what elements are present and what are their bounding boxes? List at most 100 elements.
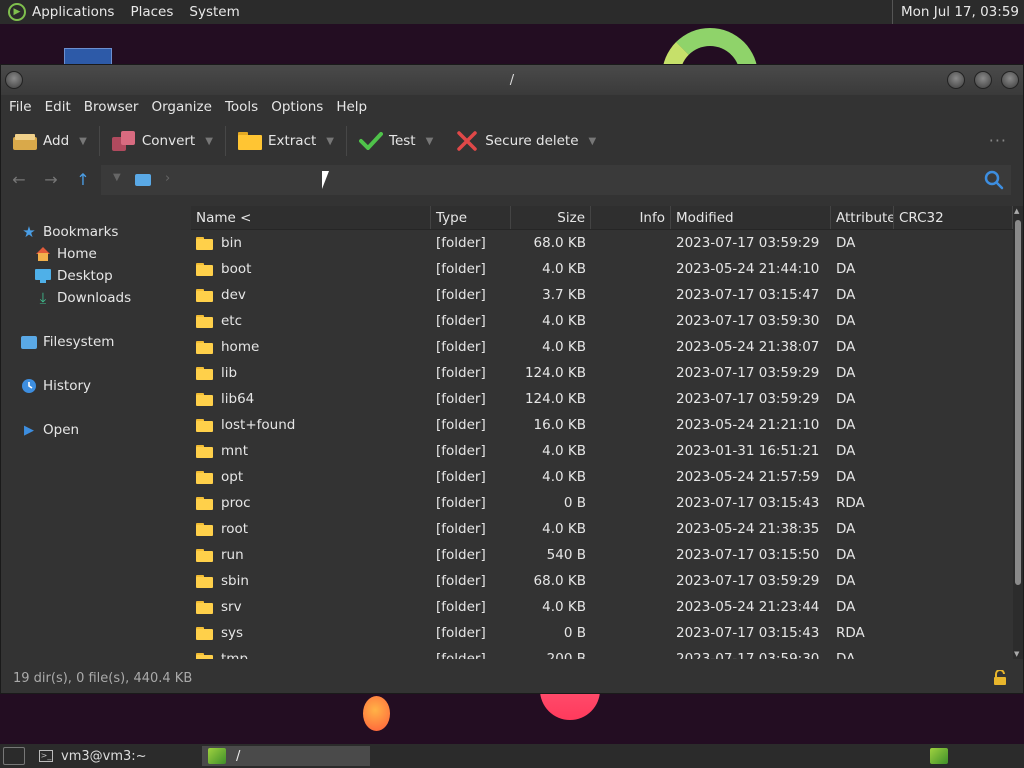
close-button[interactable]	[1001, 71, 1019, 89]
folder-icon	[196, 288, 213, 302]
chevron-down-icon[interactable]: ▼	[589, 136, 597, 147]
chevron-down-icon[interactable]: ▼	[79, 136, 87, 147]
table-row[interactable]: lost+found [folder] 16.0 KB 2023-05-24 21:2…	[191, 412, 1013, 438]
bottom-taskbar: >_ vm3@vm3:~ /	[0, 744, 1024, 768]
table-row[interactable]: opt [folder] 4.0 KB 2023-05-24 21:57:59 DA	[191, 464, 1013, 490]
column-header-info[interactable]: Info	[591, 206, 671, 229]
file-attr-cell: DA	[836, 417, 856, 433]
home-icon	[35, 246, 51, 262]
file-name-cell: lost+found	[191, 417, 431, 433]
table-row[interactable]: boot [folder] 4.0 KB 2023-05-24 21:44:10 DA	[191, 256, 1013, 282]
secure-delete-button[interactable]: Secure delete ▼	[455, 124, 596, 158]
extract-button[interactable]: Extract ▼	[237, 124, 334, 158]
column-header-type[interactable]: Type	[431, 206, 511, 229]
menu-browser[interactable]: Browser	[84, 99, 139, 115]
menu-help[interactable]: Help	[336, 99, 367, 115]
file-type-cell: [folder]	[436, 365, 486, 381]
sidebar-item-history[interactable]: History	[21, 376, 91, 396]
table-row[interactable]: home [folder] 4.0 KB 2023-05-24 21:38:07 DA	[191, 334, 1013, 360]
table-row[interactable]: sys [folder] 0 B 2023-07-17 03:15:43 RDA	[191, 620, 1013, 646]
sidebar-item-home[interactable]: Home	[35, 244, 97, 264]
column-header-modified[interactable]: Modified	[671, 206, 831, 229]
more-options-icon[interactable]: ···	[989, 131, 1007, 150]
file-size-cell: 4.0 KB	[542, 313, 586, 329]
file-size-cell: 124.0 KB	[524, 365, 586, 381]
table-row[interactable]: srv [folder] 4.0 KB 2023-05-24 21:23:44 DA	[191, 594, 1013, 620]
table-row[interactable]: lib [folder] 124.0 KB 2023-07-17 03:59:29 DA	[191, 360, 1013, 386]
sidebar-item-filesystem[interactable]: Filesystem	[21, 332, 114, 352]
distro-logo-icon[interactable]: ▶	[8, 3, 26, 21]
menu-edit[interactable]: Edit	[45, 99, 71, 115]
panel-clock[interactable]: Mon Jul 17, 03:59	[892, 0, 1024, 24]
menu-organize[interactable]: Organize	[151, 99, 211, 115]
table-row[interactable]: proc [folder] 0 B 2023-07-17 03:15:43 RDA	[191, 490, 1013, 516]
file-modified-cell: 2023-05-24 21:21:10	[676, 417, 820, 433]
table-row[interactable]: sbin [folder] 68.0 KB 2023-07-17 03:59:29 DA	[191, 568, 1013, 594]
file-modified-cell: 2023-07-17 03:59:30	[676, 313, 820, 329]
file-name-cell: sys	[191, 625, 431, 641]
menu-applications[interactable]: Applications	[32, 4, 114, 20]
table-row[interactable]: run [folder] 540 B 2023-07-17 03:15:50 DA	[191, 542, 1013, 568]
window-menu-button[interactable]	[5, 71, 23, 89]
table-row[interactable]: tmp [folder] 200 B 2023-07-17 03:59:30 DA	[191, 646, 1013, 659]
table-row[interactable]: bin [folder] 68.0 KB 2023-07-17 03:59:29 DA	[191, 230, 1013, 256]
file-attr-cell: DA	[836, 287, 856, 303]
taskbar-archive-window[interactable]: /	[202, 746, 370, 766]
up-arrow-icon[interactable]: ↑	[73, 170, 93, 189]
file-modified-cell: 2023-07-17 03:15:43	[676, 495, 820, 511]
file-modified-cell: 2023-05-24 21:57:59	[676, 469, 820, 485]
maximize-button[interactable]	[974, 71, 992, 89]
lock-icon[interactable]	[993, 669, 1007, 685]
file-name-cell: sbin	[191, 573, 431, 589]
chevron-down-icon[interactable]: ▼	[205, 136, 213, 147]
path-field[interactable]: ▼ ›	[101, 165, 1011, 195]
chevron-right-icon[interactable]: ›	[165, 171, 170, 186]
tray-archive-icon[interactable]	[930, 748, 948, 764]
window-titlebar[interactable]: /	[1, 65, 1023, 95]
chevron-down-icon[interactable]: ▼	[326, 136, 334, 147]
table-row[interactable]: root [folder] 4.0 KB 2023-05-24 21:38:35 DA	[191, 516, 1013, 542]
table-row[interactable]: lib64 [folder] 124.0 KB 2023-07-17 03:59:29…	[191, 386, 1013, 412]
drive-icon[interactable]	[135, 174, 151, 186]
file-modified-cell: 2023-07-17 03:15:43	[676, 625, 820, 641]
chevron-down-icon[interactable]: ▼	[426, 136, 434, 147]
sidebar-item-open[interactable]: ▶ Open	[21, 420, 79, 440]
table-row[interactable]: mnt [folder] 4.0 KB 2023-01-31 16:51:21 DA	[191, 438, 1013, 464]
menu-options[interactable]: Options	[271, 99, 323, 115]
drive-icon	[21, 334, 37, 350]
file-attr-cell: DA	[836, 339, 856, 355]
taskbar-terminal[interactable]: >_ vm3@vm3:~	[39, 749, 147, 764]
column-header-attributes[interactable]: Attributes	[831, 206, 894, 229]
sidebar-item-bookmarks[interactable]: ★ Bookmarks	[21, 222, 118, 242]
search-icon[interactable]	[983, 169, 1005, 191]
menu-places[interactable]: Places	[130, 4, 173, 20]
menu-file[interactable]: File	[9, 99, 32, 115]
table-row[interactable]: dev [folder] 3.7 KB 2023-07-17 03:15:47 DA	[191, 282, 1013, 308]
menu-system[interactable]: System	[189, 4, 239, 20]
column-header-name[interactable]: Name <	[191, 206, 431, 229]
file-name-cell: tmp	[191, 651, 431, 659]
archive-manager-window: / File Edit Browser Organize Tools Optio…	[0, 64, 1024, 694]
folder-icon	[196, 626, 213, 640]
folder-icon	[196, 444, 213, 458]
forward-arrow-icon[interactable]: →	[41, 170, 61, 189]
sidebar-item-downloads[interactable]: ⤓ Downloads	[35, 288, 131, 308]
file-size-cell: 4.0 KB	[542, 469, 586, 485]
column-header-size[interactable]: Size	[511, 206, 591, 229]
add-button[interactable]: Add ▼	[13, 124, 87, 158]
vertical-scrollbar[interactable]: ▲ ▼	[1013, 206, 1023, 659]
scroll-down-icon[interactable]: ▼	[1014, 650, 1019, 658]
convert-button[interactable]: Convert ▼	[111, 124, 213, 158]
test-button[interactable]: Test ▼	[359, 124, 433, 158]
scrollbar-thumb[interactable]	[1015, 220, 1021, 585]
scroll-up-icon[interactable]: ▲	[1014, 207, 1019, 215]
column-header-crc32[interactable]: CRC32	[894, 206, 1013, 229]
show-desktop-button[interactable]	[3, 747, 25, 765]
menu-tools[interactable]: Tools	[225, 99, 258, 115]
sidebar-item-desktop[interactable]: Desktop	[35, 266, 113, 286]
minimize-button[interactable]	[947, 71, 965, 89]
file-name-cell: root	[191, 521, 431, 537]
table-row[interactable]: etc [folder] 4.0 KB 2023-07-17 03:59:30 DA	[191, 308, 1013, 334]
chevron-down-icon[interactable]: ▼	[113, 172, 121, 183]
back-arrow-icon[interactable]: ←	[9, 170, 29, 189]
